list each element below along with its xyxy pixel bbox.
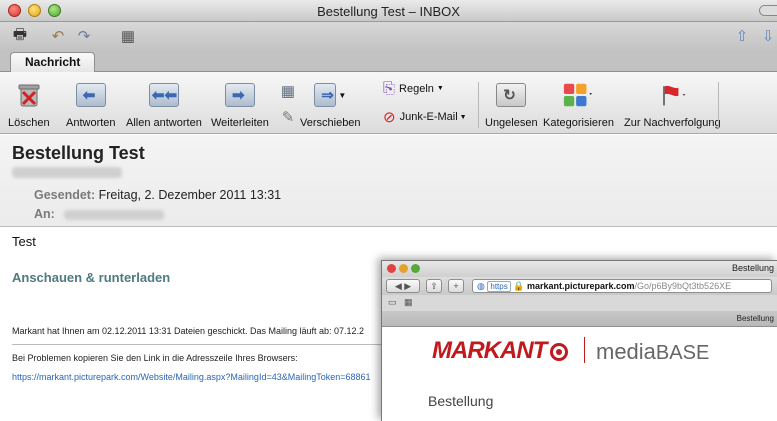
reply-all-label: Allen antworten (126, 117, 202, 129)
categories-icon (562, 80, 594, 110)
globe-icon: ◍ (477, 281, 485, 291)
sender-name-redacted (12, 167, 122, 178)
move-button[interactable]: ⇒ ▼ Verschieben (300, 80, 361, 129)
body-line-1: Markant hat Ihnen am 02.12.2011 13:31 Da… (12, 326, 365, 336)
lock-icon: 🔒 (513, 281, 525, 291)
browser-minimize-button[interactable] (399, 264, 408, 273)
forward-label: Weiterleiten (211, 117, 269, 129)
previous-message-icon[interactable]: ⇧ (732, 27, 752, 45)
address-bar[interactable]: ◍ https 🔒 markant.picturepark.com/Go/p6B… (472, 279, 772, 293)
reply-icon: ⬅ (75, 80, 107, 110)
body-heading: Anschauen & runterladen (12, 270, 171, 285)
bookmarks-bar: ▭ ▦ (382, 295, 777, 311)
redo-icon[interactable]: ↷ (74, 27, 94, 45)
forward-button[interactable]: ➡ Weiterleiten (211, 80, 269, 129)
delete-button[interactable]: Löschen (8, 80, 50, 129)
junk-button[interactable]: ⊘ Junk-E-Mail ▼ (383, 108, 467, 126)
back-forward-buttons[interactable]: ◀ ▶ (386, 279, 420, 293)
logo-text: MARKANT (432, 337, 547, 364)
url-path: /Go/p6By9bQt3tb526XE (634, 281, 732, 291)
window-title: Bestellung Test – INBOX (317, 4, 460, 19)
base-text: BASE (655, 342, 710, 364)
trash-icon (13, 80, 45, 110)
browser-navbar: ◀ ▶ ⇪ + ◍ https 🔒 markant.picturepark.co… (382, 277, 777, 295)
add-bookmark-icon[interactable]: + (448, 279, 464, 293)
sent-value: Freitag, 2. Dezember 2011 13:31 (98, 188, 282, 202)
move-icon: ⇒ ▼ (314, 80, 346, 110)
junk-icon: ⊘ (383, 109, 396, 126)
to-row: An: (34, 207, 165, 221)
to-label: An: (34, 207, 55, 221)
browser-titlebar: Bestellung (382, 261, 777, 277)
body-divider (12, 344, 382, 345)
url-scheme: https (487, 281, 511, 292)
browser-tab-title: Bestellung (736, 314, 774, 323)
logo-divider (584, 337, 585, 363)
follow-up-button[interactable]: Zur Nachverfolgung (624, 80, 721, 129)
categorize-label: Kategorisieren (543, 117, 614, 129)
page-heading: Bestellung (428, 393, 494, 409)
junk-label: Junk-E-Mail (399, 111, 458, 123)
ribbon-divider (718, 82, 719, 128)
rules-icon: ⎘ (383, 80, 396, 97)
chevron-down-icon: ▼ (459, 113, 467, 121)
tab-nachricht[interactable]: Nachricht (10, 52, 96, 72)
reply-all-icon: ⬅⬅ (148, 80, 180, 110)
logo-mark-icon (550, 342, 569, 361)
rules-button[interactable]: ⎘ Regeln ▼ (383, 80, 444, 97)
undo-icon[interactable]: ↶ (48, 27, 68, 45)
media-text: media (596, 339, 656, 364)
top-sites-icon[interactable]: ▦ (404, 297, 413, 308)
ribbon-divider (478, 82, 479, 128)
unread-label: Ungelesen (485, 117, 538, 129)
message-subject: Bestellung Test (12, 143, 145, 163)
sent-label: Gesendet: (34, 188, 96, 202)
calendar-icon[interactable]: ▦ (118, 27, 138, 45)
browser-window: Bestellung ◀ ▶ ⇪ + ◍ https 🔒 markant.pic… (381, 260, 777, 421)
url-domain: markant.picturepark.com (526, 281, 635, 291)
move-label: Verschieben (300, 117, 361, 129)
ribbon: Löschen ⬅ Antworten ⬅⬅ Allen antworten ➡… (0, 72, 777, 134)
categorize-button[interactable]: Kategorisieren (543, 80, 614, 129)
forward-icon: ➡ (224, 80, 256, 110)
reply-label: Antworten (66, 117, 116, 129)
quick-access-toolbar: 🖶 ↶ ↷ ▦ ⇧ ⇩ (0, 22, 777, 50)
next-message-icon[interactable]: ⇩ (758, 27, 777, 45)
ribbon-tab-row: Nachricht (0, 50, 777, 72)
mediabase-logo: mediaBASE (596, 339, 709, 365)
flag-icon (656, 80, 688, 110)
follow-up-label: Zur Nachverfolgung (624, 117, 721, 129)
mark-unread-button[interactable]: ↻ Ungelesen (485, 80, 538, 129)
bookmarks-icon[interactable]: ▭ (388, 297, 397, 308)
message-header: Bestellung Test Gesendet: Freitag, 2. De… (0, 135, 777, 227)
sent-row: Gesendet: Freitag, 2. Dezember 2011 13:3… (34, 188, 281, 202)
browser-tab[interactable]: Bestellung (382, 311, 777, 327)
unread-icon: ↻ (495, 80, 527, 110)
rules-label: Regeln (399, 82, 434, 95)
reply-button[interactable]: ⬅ Antworten (66, 80, 116, 129)
body-line-2: Bei Problemen kopieren Sie den Link in d… (12, 353, 298, 363)
delete-label: Löschen (8, 117, 50, 129)
chevron-down-icon: ▼ (436, 85, 444, 92)
print-icon[interactable]: 🖶 (10, 26, 30, 45)
recipient-redacted (64, 209, 165, 220)
browser-title: Bestellung (731, 263, 774, 273)
meeting-icon[interactable]: ▦ (278, 82, 298, 100)
window-titlebar: Bestellung Test – INBOX (0, 0, 777, 22)
reply-all-button[interactable]: ⬅⬅ Allen antworten (126, 80, 202, 129)
browser-close-button[interactable] (387, 264, 396, 273)
browser-zoom-button[interactable] (411, 264, 420, 273)
body-text: Test (12, 234, 36, 249)
toolbar-toggle-button[interactable] (759, 5, 777, 16)
share-icon[interactable]: ⇪ (426, 279, 442, 293)
markant-logo: MARKANT (432, 337, 569, 365)
attachment-icon[interactable]: ✎ (278, 108, 298, 126)
mailing-link[interactable]: https://markant.picturepark.com/Website/… (12, 372, 382, 382)
